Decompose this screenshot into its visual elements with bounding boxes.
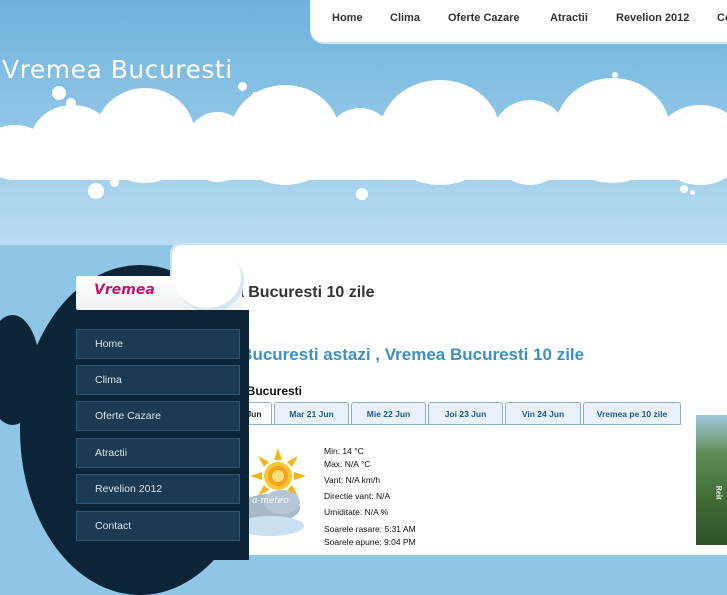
temp-min: Min: 14 °C <box>324 446 364 456</box>
bubble <box>690 190 695 195</box>
forecast-tab-vin[interactable]: Vin 24 Jun <box>505 402 581 424</box>
humidity: Umiditate: N/A % <box>324 507 389 517</box>
top-navigation: Home Clima Oferte Cazare Atractii Reveli… <box>310 0 727 42</box>
promo-photo[interactable] <box>696 415 727 545</box>
topnav-oferte-cazare[interactable]: Oferte Cazare <box>448 12 520 24</box>
topnav-clima[interactable]: Clima <box>390 12 420 24</box>
sunrise-time: Soarele rasare: 5:31 AM <box>324 524 416 534</box>
sidebar-item-atractii[interactable]: Atractii <box>76 438 240 468</box>
icon-watermark: a-meteo <box>252 496 289 506</box>
topnav-contact[interactable]: Co <box>717 12 727 24</box>
bubble <box>238 82 247 91</box>
decor-dot <box>2 404 10 412</box>
bubble <box>680 185 688 193</box>
wind-speed: Vant: N/A km/h <box>324 475 381 485</box>
topnav-atractii[interactable]: Atractii <box>550 12 588 24</box>
bubble <box>66 98 76 108</box>
bubble <box>622 84 626 88</box>
sidebar-item-oferte-cazare[interactable]: Oferte Cazare <box>76 401 240 431</box>
tab-divider <box>236 424 681 425</box>
cloud <box>0 148 727 180</box>
wind-direction: Directie vant: N/A <box>324 491 391 501</box>
sunny-weather-icon: a-meteo <box>236 446 310 541</box>
topnav-revelion-2012[interactable]: Revelion 2012 <box>616 12 689 24</box>
sidebar-item-home[interactable]: Home <box>76 329 240 359</box>
forecast-tab-mie[interactable]: Mie 22 Jun <box>351 402 426 424</box>
photo-label: Reit <box>714 485 724 500</box>
bubble <box>110 178 119 187</box>
decor-dot <box>14 418 19 423</box>
bubble <box>356 188 368 200</box>
bubble <box>252 92 258 98</box>
sidebar-item-contact[interactable]: Contact <box>76 511 240 541</box>
sidebar-item-clima[interactable]: Clima <box>76 365 240 395</box>
temp-max: Max: N/A °C <box>324 459 371 469</box>
sidebar: Vremea Home Clima Oferte Cazare Atractii… <box>76 250 249 560</box>
bubble <box>612 72 618 78</box>
sidebar-menu: Home Clima Oferte Cazare Atractii Reveli… <box>76 310 249 560</box>
sunset-time: Soarele apune: 9:04 PM <box>324 537 416 547</box>
forecast-tab-joi[interactable]: Joi 23 Jun <box>428 402 503 424</box>
sidebar-item-revelion-2012[interactable]: Revelion 2012 <box>76 474 240 504</box>
forecast-tab-mar[interactable]: Mar 21 Jun <box>274 402 349 424</box>
section-heading-link[interactable]: a Bucuresti astazi , Vremea Bucuresti 10… <box>226 345 584 365</box>
forecast-tab-10-zile[interactable]: Vremea pe 10 zile <box>583 402 681 424</box>
bubble <box>52 86 66 100</box>
site-title[interactable]: Vremea Bucuresti <box>2 55 233 84</box>
sidebar-cloud-decor <box>176 250 244 312</box>
sidebar-title: Vremea <box>94 282 155 298</box>
bubble <box>88 183 104 199</box>
topnav-home[interactable]: Home <box>332 12 363 24</box>
